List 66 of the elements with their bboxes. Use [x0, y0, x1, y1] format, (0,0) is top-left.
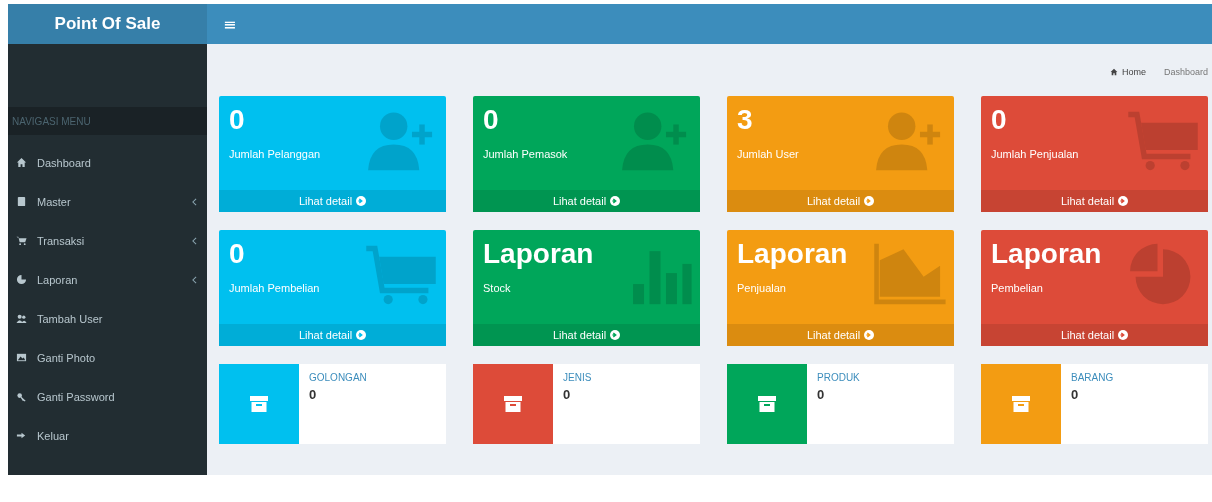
details-link[interactable]: Lihat detail: [219, 324, 446, 346]
arrow-circle-icon: [356, 196, 367, 206]
stat-label: Jumlah User: [737, 148, 800, 160]
details-link[interactable]: Lihat detail: [727, 190, 954, 212]
stat-value: Laporan: [483, 238, 595, 270]
key-icon: [16, 391, 27, 402]
info-label: JENIS: [563, 372, 592, 383]
info-label: PRODUK: [817, 372, 860, 383]
archive-box-icon: [249, 395, 269, 413]
details-link[interactable]: Lihat detail: [981, 324, 1208, 346]
details-link[interactable]: Lihat detail: [473, 190, 700, 212]
info-value: 0: [1071, 387, 1079, 402]
arrow-circle-icon: [610, 196, 621, 206]
archive-box-icon: [757, 395, 777, 413]
book-icon: [16, 196, 27, 207]
arrow-circle-icon: [356, 330, 367, 340]
arrow-circle-icon: [1118, 196, 1129, 206]
info-label: GOLONGAN: [309, 372, 367, 383]
info-value: 0: [563, 387, 571, 402]
arrow-circle-icon: [610, 330, 621, 340]
menu-toggle-button[interactable]: ≡: [215, 12, 245, 36]
sidebar-item[interactable]: Laporan: [8, 260, 207, 299]
app-logo[interactable]: Point Of Sale: [8, 4, 207, 44]
stat-value: Laporan: [991, 238, 1103, 270]
sidebar-header: NAVIGASI MENU: [8, 107, 207, 135]
details-link[interactable]: Lihat detail: [727, 324, 954, 346]
breadcrumb-link[interactable]: Home: [1121, 67, 1146, 77]
stat-value: 0: [991, 104, 1008, 136]
users-icon: [16, 313, 27, 324]
stat-label: Penjualan: [737, 282, 787, 294]
cart-icon: [16, 235, 27, 246]
stat-label: Pembelian: [991, 282, 1044, 294]
sidebar-item[interactable]: Ganti Photo: [8, 338, 207, 377]
home-icon: [1109, 68, 1118, 76]
stat-value: 0: [483, 104, 500, 136]
stat-value: 0: [229, 238, 246, 270]
sidebar-item[interactable]: Master: [8, 182, 207, 221]
archive-box-icon: [1011, 395, 1031, 413]
sidebar-item[interactable]: Tambah User: [8, 299, 207, 338]
arrow-circle-icon: [1118, 330, 1129, 340]
details-link[interactable]: Lihat detail: [981, 190, 1208, 212]
sidebar-item[interactable]: Transaksi: [8, 221, 207, 260]
sidebar-item[interactable]: Ganti Password: [8, 377, 207, 416]
breadcrumb-link[interactable]: Dashboard: [1163, 67, 1208, 77]
pie-chart-icon: [16, 274, 27, 285]
sidebar-item[interactable]: Dashboard: [8, 143, 207, 182]
stat-value: 3: [737, 104, 754, 136]
stat-label: Jumlah Pemasok: [483, 148, 569, 160]
details-link[interactable]: Lihat detail: [219, 190, 446, 212]
image-icon: [16, 352, 27, 363]
stat-value: 0: [229, 104, 246, 136]
stat-value: Laporan: [737, 238, 849, 270]
details-link[interactable]: Lihat detail: [473, 324, 700, 346]
area-chart-icon: [872, 242, 946, 306]
archive-box-icon: [503, 395, 523, 413]
sidebar-item[interactable]: Keluar: [8, 416, 207, 455]
stat-label: Jumlah Pembelian: [229, 282, 321, 294]
stat-label: Jumlah Penjualan: [991, 148, 1080, 160]
home-icon: [16, 157, 27, 168]
info-value: 0: [309, 387, 317, 402]
arrow-circle-icon: [864, 196, 875, 206]
stat-label: Stock: [483, 282, 512, 294]
stat-label: Jumlah Pelanggan: [229, 148, 322, 160]
info-value: 0: [817, 387, 825, 402]
info-label: BARANG: [1071, 372, 1114, 383]
arrow-circle-icon: [864, 330, 875, 340]
